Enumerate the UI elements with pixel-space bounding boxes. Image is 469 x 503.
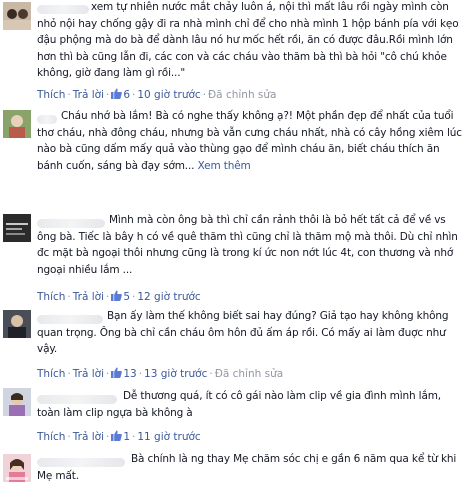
like-count[interactable]: 13 (111, 367, 137, 380)
thumbs-up-icon (111, 290, 123, 301)
reply-link[interactable]: Trả lời (73, 291, 104, 303)
comment-item: Dễ thương quá, ít có cô gái nào làm clip… (0, 388, 469, 450)
thumbs-up-icon (111, 367, 123, 378)
timestamp-link[interactable]: 10 giờ trước (137, 89, 200, 101)
avatar[interactable] (3, 310, 31, 338)
comment-text: xem tự nhiên nước mắt chảy luôn á, nội t… (37, 1, 459, 79)
comment-item: Bạn ấy làm thế không biết sai hay đúng? … (0, 308, 469, 388)
thumbs-up-icon (111, 430, 123, 441)
comment-text: Bạn ấy làm thế không biết sai hay đúng? … (37, 310, 449, 355)
comment-item: Mình mà còn ông bà thì chỉ cần rảnh thôi… (0, 212, 469, 308)
comment-actions: Thích · Trả lời · 1 · 11 giờ trước (37, 430, 201, 443)
reply-link[interactable]: Trả lời (73, 431, 104, 443)
avatar[interactable] (3, 214, 31, 242)
comment-actions: Thích · Trả lời · 13 · 13 giờ trước · Đã chỉnh s… (37, 367, 284, 380)
edited-label[interactable]: Đã chỉnh sửa (215, 368, 283, 380)
reply-link[interactable]: Trả lời (73, 89, 104, 101)
like-link[interactable]: Thích (37, 89, 65, 101)
edited-label[interactable]: Đã chỉnh sửa (208, 89, 276, 101)
thumbs-up-icon (111, 88, 123, 99)
comment-item: Cháu nhớ bà lắm! Bà có nghe thấy không ạ… (0, 108, 469, 212)
comment-text: Cháu nhớ bà lắm! Bà có nghe thấy không ạ… (37, 110, 462, 172)
comment-text: Mình mà còn ông bà thì chỉ cần rảnh thôi… (37, 214, 458, 276)
avatar[interactable] (3, 388, 31, 416)
like-link[interactable]: Thích (37, 431, 65, 443)
avatar[interactable] (3, 454, 31, 482)
comment-feed: xem tự nhiên nước mắt chảy luôn á, nội t… (0, 0, 469, 503)
like-count[interactable]: 1 (111, 430, 130, 443)
comment-actions: Thích · Trả lời · 6 · 10 giờ trước · Đã chỉnh sử… (37, 88, 277, 101)
avatar[interactable] (3, 110, 31, 138)
reply-link[interactable]: Trả lời (73, 368, 104, 380)
avatar[interactable] (3, 2, 31, 30)
timestamp-link[interactable]: 11 giờ trước (137, 431, 200, 443)
like-count[interactable]: 5 (111, 290, 130, 303)
like-link[interactable]: Thích (37, 368, 65, 380)
like-count[interactable]: 6 (111, 88, 130, 101)
comment-text: Dễ thương quá, ít có cô gái nào làm clip… (37, 390, 441, 419)
comment-item: Bà chính là ng thay Mẹ chăm sóc chị e gầ… (0, 450, 469, 503)
comment-item: xem tự nhiên nước mắt chảy luôn á, nội t… (0, 0, 469, 108)
comment-actions: Thích · Trả lời · 5 · 12 giờ trước (37, 290, 201, 303)
comment-text: Bà chính là ng thay Mẹ chăm sóc chị e gầ… (37, 453, 457, 482)
timestamp-link[interactable]: 13 giờ trước (144, 368, 207, 380)
like-link[interactable]: Thích (37, 291, 65, 303)
see-more-link[interactable]: Xem thêm (198, 160, 251, 172)
timestamp-link[interactable]: 12 giờ trước (137, 291, 200, 303)
